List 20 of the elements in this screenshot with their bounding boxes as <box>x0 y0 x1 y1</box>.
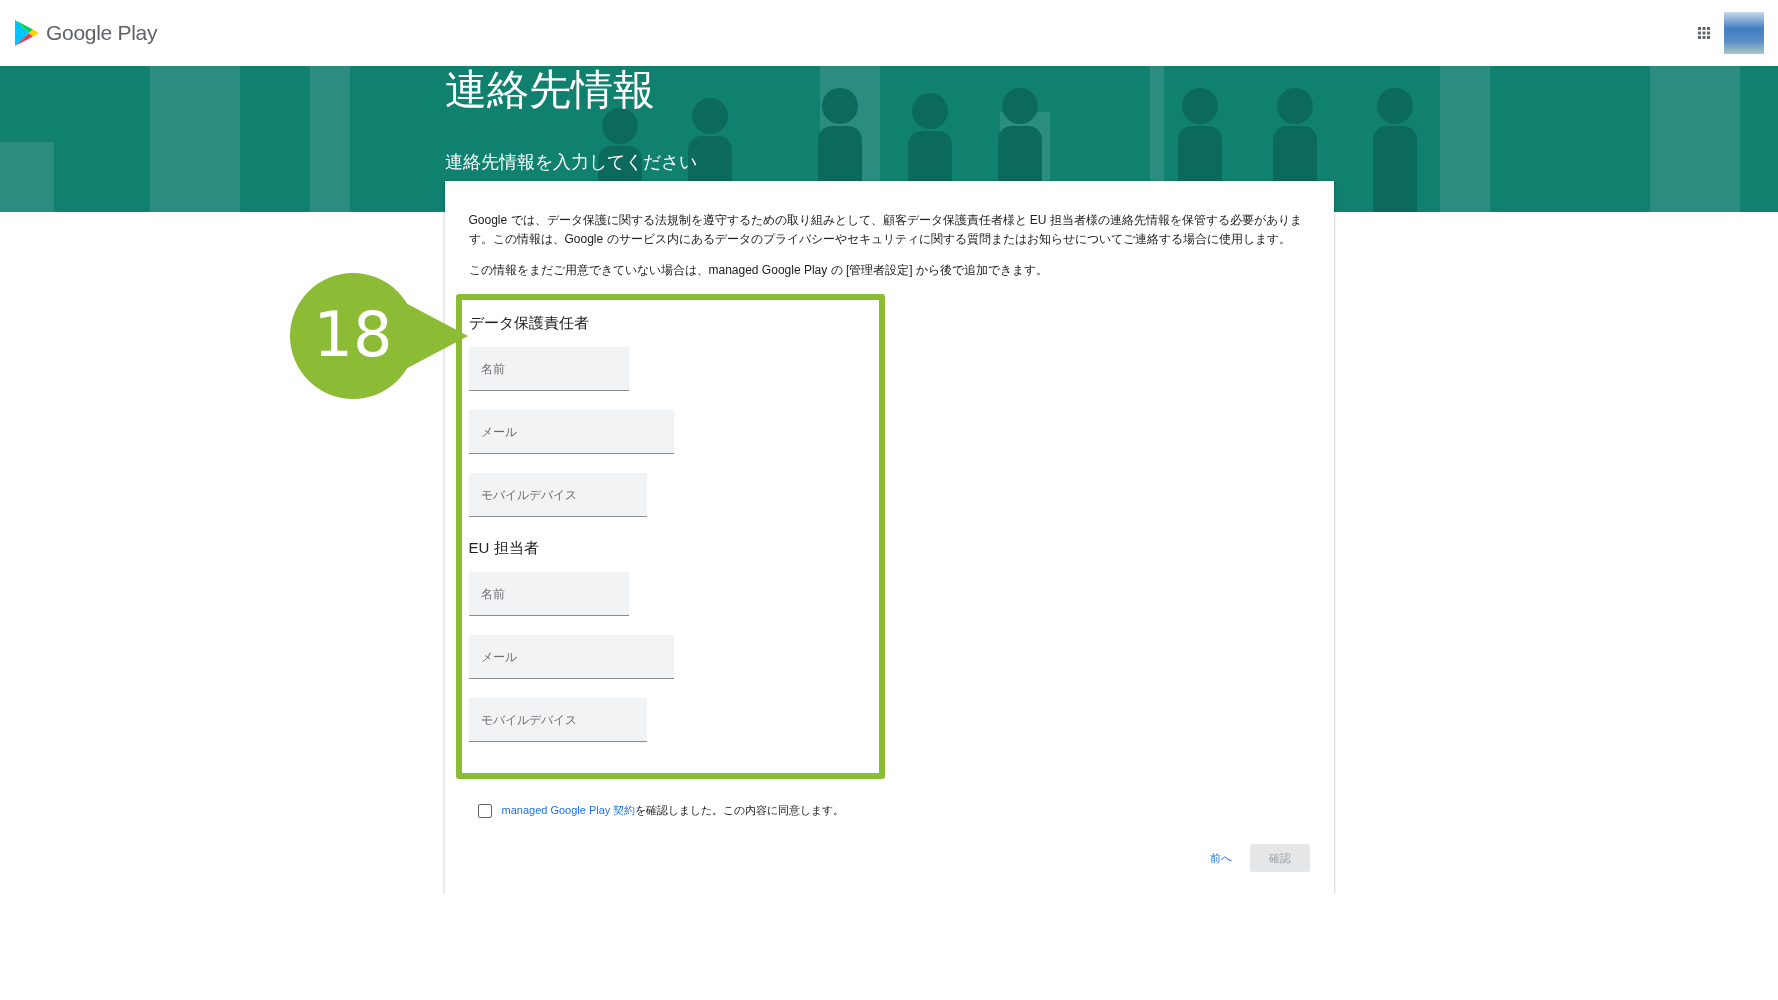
page-title: 連絡先情報 <box>444 66 656 114</box>
input-field[interactable]: メール <box>468 410 674 454</box>
logo-text[interactable]: Google Play <box>46 21 158 45</box>
input-field[interactable]: 名前 <box>468 572 629 616</box>
intro-paragraph: Google では、データ保護に関する法規制を遵守するための取り組みとして、顧客データ保護責任者様と EU 担当者様の連絡先情報を保管する必要があります。この情報は、Google のサービス内にあるデータのプライバシーやセキュリティに関する質問またはお知らせについてご連絡する場合に使用します。 <box>468 212 1303 248</box>
input-field[interactable]: 名前 <box>468 347 629 391</box>
input-field[interactable]: メール <box>468 635 674 679</box>
agreement-link[interactable]: managed Google Play 契約 <box>501 804 636 816</box>
back-button[interactable]: 前へ <box>1203 849 1238 867</box>
input-field[interactable]: モバイルデバイス <box>468 698 647 742</box>
section-heading: データ保護責任者 <box>468 314 590 333</box>
section-heading: EU 担当者 <box>468 539 540 558</box>
agreement-text: managed Google Play 契約を確認しました。この内容に同意します。 <box>501 803 845 818</box>
page-subtitle: 連絡先情報を入力してください <box>444 151 698 174</box>
play-logo-icon <box>14 19 40 47</box>
apps-grid-icon[interactable] <box>1698 27 1710 39</box>
agreement-checkbox[interactable] <box>477 803 492 818</box>
input-field[interactable]: モバイルデバイス <box>468 473 647 517</box>
intro-paragraph: この情報をまだご用意できていない場合は、managed Google Play の [管理者設定] から後で追加できます。 <box>468 262 1049 279</box>
avatar-placeholder[interactable] <box>1724 12 1764 54</box>
